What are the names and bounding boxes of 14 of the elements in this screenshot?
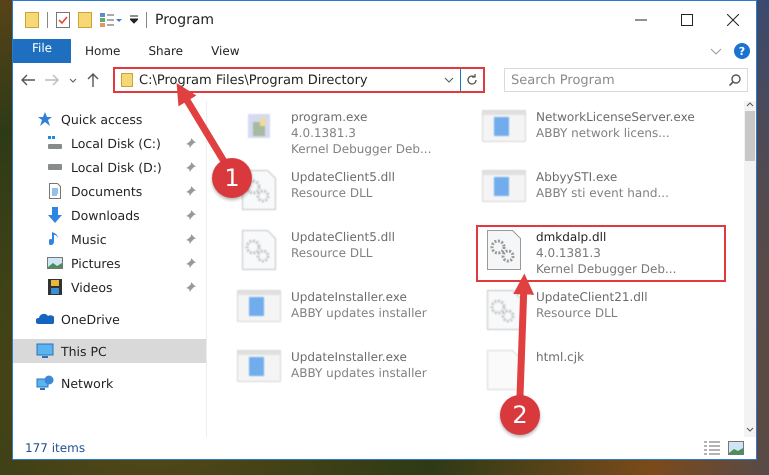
file-detail: 4.0.1381.3 [536,246,602,260]
file-detail: ABBY updates installer [291,366,427,380]
file-detail: Kernel Debugger Deb... [536,262,676,276]
file-detail: 4.0.1381.3 [291,126,357,140]
file-detail: Resource DLL [291,246,374,260]
address-path: C:\Program Files\Program Directory [139,72,369,88]
item-count: 177 items [25,441,86,455]
file-detail: Kernel Debugger Deb... [291,142,432,156]
file-detail: Resource DLL [536,306,618,320]
file-detail: ABBY sti event hand... [536,186,669,200]
window-title: Program [155,12,214,28]
file-detail: ABBY updates installer [291,306,427,320]
file-detail: ABBY network licens... [536,126,671,140]
file-detail: Resource DLL [291,186,374,200]
